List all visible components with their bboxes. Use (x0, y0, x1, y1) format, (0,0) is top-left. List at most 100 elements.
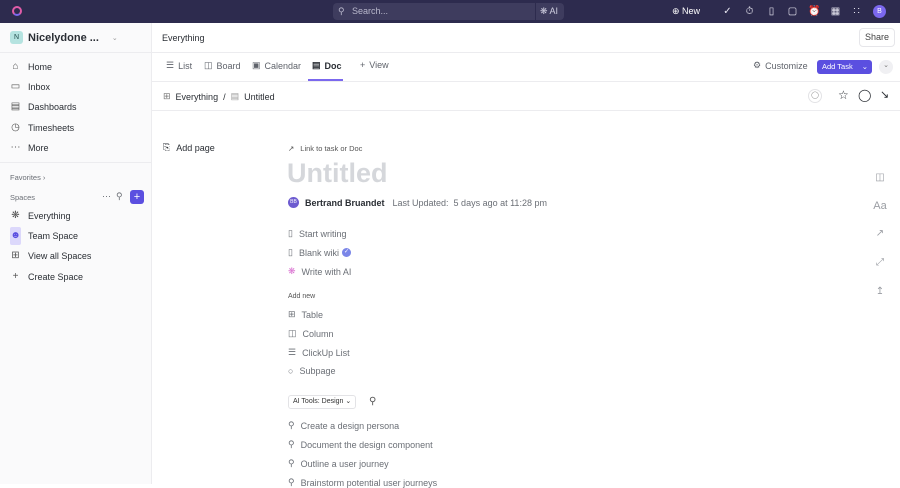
workspace-switcher[interactable]: N Nicelydone ... ⌄ (10, 31, 118, 44)
add-page-icon: ⎘ (163, 142, 171, 152)
sidebar-item-label: More (28, 143, 49, 153)
sidebar-item-more[interactable]: ⋯ More (10, 139, 49, 157)
whiteboard-icon[interactable]: ▦ (830, 6, 841, 17)
collapse-icon[interactable]: ↘ (880, 88, 889, 101)
add-view-button[interactable]: + View (360, 60, 389, 70)
add-space-button[interactable]: + (130, 190, 144, 204)
add-table-option[interactable]: ⊞ Table (288, 309, 323, 320)
doc-title-input[interactable]: Untitled (287, 158, 388, 189)
space-label: Create Space (28, 272, 84, 282)
tag-icon[interactable]: ◯ (808, 89, 822, 103)
suggestion-label: Document the design component (300, 439, 433, 450)
spaces-label: Spaces (10, 193, 36, 202)
clock-icon: ◷ (11, 122, 20, 133)
last-updated: Last Updated: 5 days ago at 11:28 pm (392, 197, 547, 208)
space-team-space[interactable]: ☻ Team Space (10, 227, 78, 245)
ai-button[interactable]: ❋ AI (535, 3, 564, 20)
tab-label: View (369, 60, 389, 70)
sidebar-item-dashboards[interactable]: ▤ Dashboards (10, 98, 77, 116)
ai-suggestion[interactable]: ⚲ Outline a user journey (288, 458, 389, 469)
font-settings-icon[interactable]: Aa (873, 200, 887, 212)
add-clickup-list-option[interactable]: ☰ ClickUp List (288, 347, 350, 358)
option-label: Table (301, 309, 324, 320)
export-icon[interactable]: ↥ (874, 286, 886, 298)
lightbulb-icon: ⚲ (288, 439, 295, 449)
doc-icon: ▤ (312, 60, 321, 70)
breadcrumb-parent[interactable]: Everything (176, 92, 219, 102)
subpage-icon: ○ (288, 366, 294, 376)
tab-doc[interactable]: ▤ Doc (312, 60, 342, 71)
option-label: Column (302, 328, 334, 339)
breadcrumb-separator: / (223, 91, 226, 102)
video-icon[interactable]: ▢ (787, 6, 798, 17)
add-page-button[interactable]: ⎘ Add page (163, 142, 215, 153)
link-to-task-button[interactable]: ↗ Link to task or Doc (288, 144, 362, 153)
suggestion-label: Create a design persona (300, 420, 400, 431)
add-task-button[interactable]: Add Task ⌄ (817, 60, 872, 74)
tab-board[interactable]: ◫ Board (204, 60, 241, 71)
doc-icon: ▤ (230, 91, 240, 101)
favorites-toggle[interactable]: Favorites › (10, 173, 45, 182)
customize-label: Customize (765, 60, 808, 71)
list-icon: ☰ (166, 60, 175, 70)
search-placeholder: Search... (352, 6, 389, 16)
ai-tools-dropdown[interactable]: AI Tools: Design ⌄ (288, 395, 357, 409)
search-input[interactable]: ⚲ Search... (333, 3, 564, 20)
customize-button[interactable]: ⚙ Customize (753, 60, 808, 71)
inbox-icon: ▭ (10, 81, 21, 92)
clickup-logo-icon[interactable] (12, 6, 22, 16)
tab-calendar[interactable]: ▣ Calendar (252, 60, 301, 71)
breadcrumb-current[interactable]: Untitled (244, 92, 275, 102)
blank-wiki-option[interactable]: ▯ Blank wiki ✓ (288, 247, 351, 258)
suggestion-label: Outline a user journey (300, 458, 389, 469)
sidebar: N Nicelydone ... ⌄ ⌂ Home ▭ Inbox ▤ Dashboa… (0, 23, 152, 484)
add-column-option[interactable]: ◫ Column (288, 328, 334, 339)
tab-label: Calendar (264, 60, 302, 71)
page-icon: ▯ (288, 247, 293, 257)
sidebar-item-inbox[interactable]: ▭ Inbox (10, 78, 50, 96)
option-label: ClickUp List (302, 347, 350, 358)
chevron-down-icon[interactable]: ⌄ (862, 60, 868, 74)
timer-icon[interactable]: ⏱ (744, 6, 755, 17)
notepad-icon[interactable]: ▯ (766, 6, 777, 17)
tab-label: Board (216, 60, 241, 71)
star-icon[interactable]: ☆ (838, 88, 849, 102)
ai-suggestion[interactable]: ⚲ Brainstorm potential user journeys (288, 477, 437, 488)
ai-suggestion[interactable]: ⚲ Document the design component (288, 439, 433, 450)
link-icon: ↗ (288, 144, 295, 153)
link-icon[interactable]: ↗ (874, 228, 886, 240)
space-everything[interactable]: ❋ Everything (10, 207, 70, 225)
tab-list[interactable]: ☰ List (166, 60, 192, 71)
alarm-icon[interactable]: ⏰ (808, 6, 820, 17)
view-all-spaces[interactable]: ⊞ View all Spaces (10, 247, 91, 265)
avatar[interactable]: B (873, 5, 886, 18)
collapse-chevron-icon[interactable]: ⌄ (879, 60, 893, 74)
author-name: Bertrand Bruandet (305, 197, 385, 208)
ai-suggestion[interactable]: ⚲ Create a design persona (288, 420, 399, 431)
sidebar-item-home[interactable]: ⌂ Home (10, 58, 52, 76)
suggestion-label: Brainstorm potential user journeys (300, 477, 438, 488)
share-button[interactable]: Share (859, 28, 895, 47)
new-button[interactable]: ⊕ New (672, 6, 700, 17)
expand-icon[interactable]: ⤢ (874, 257, 886, 269)
ai-tools-label: AI Tools: Design (293, 398, 344, 405)
more-options-icon[interactable]: ⋯ (102, 191, 111, 202)
search-icon[interactable]: ⚲ (369, 396, 376, 407)
sidebar-panel-icon[interactable]: ◫ (874, 172, 886, 184)
page-title: Everything (162, 33, 205, 43)
apps-grid-icon[interactable]: ∷ (851, 6, 862, 17)
chevron-down-icon: ⌄ (345, 398, 352, 405)
tab-label: Doc (324, 60, 342, 71)
comment-icon[interactable]: ◯ (858, 88, 871, 102)
create-space[interactable]: + Create Space (10, 268, 83, 286)
sidebar-item-timesheets[interactable]: ◷ Timesheets (10, 119, 74, 137)
add-task-label: Add Task (822, 62, 853, 71)
start-writing-option[interactable]: ▯ Start writing (288, 228, 346, 239)
write-with-ai-option[interactable]: ❋ Write with AI (288, 266, 351, 277)
add-subpage-option[interactable]: ○ Subpage (288, 366, 335, 376)
option-label: Subpage (299, 366, 336, 376)
search-icon[interactable]: ⚲ (116, 191, 123, 202)
doc-meta: BB Bertrand Bruandet Last Updated: 5 day… (288, 197, 547, 208)
check-circle-icon[interactable]: ✓ (722, 6, 733, 17)
grid-icon: ⊞ (11, 250, 20, 261)
